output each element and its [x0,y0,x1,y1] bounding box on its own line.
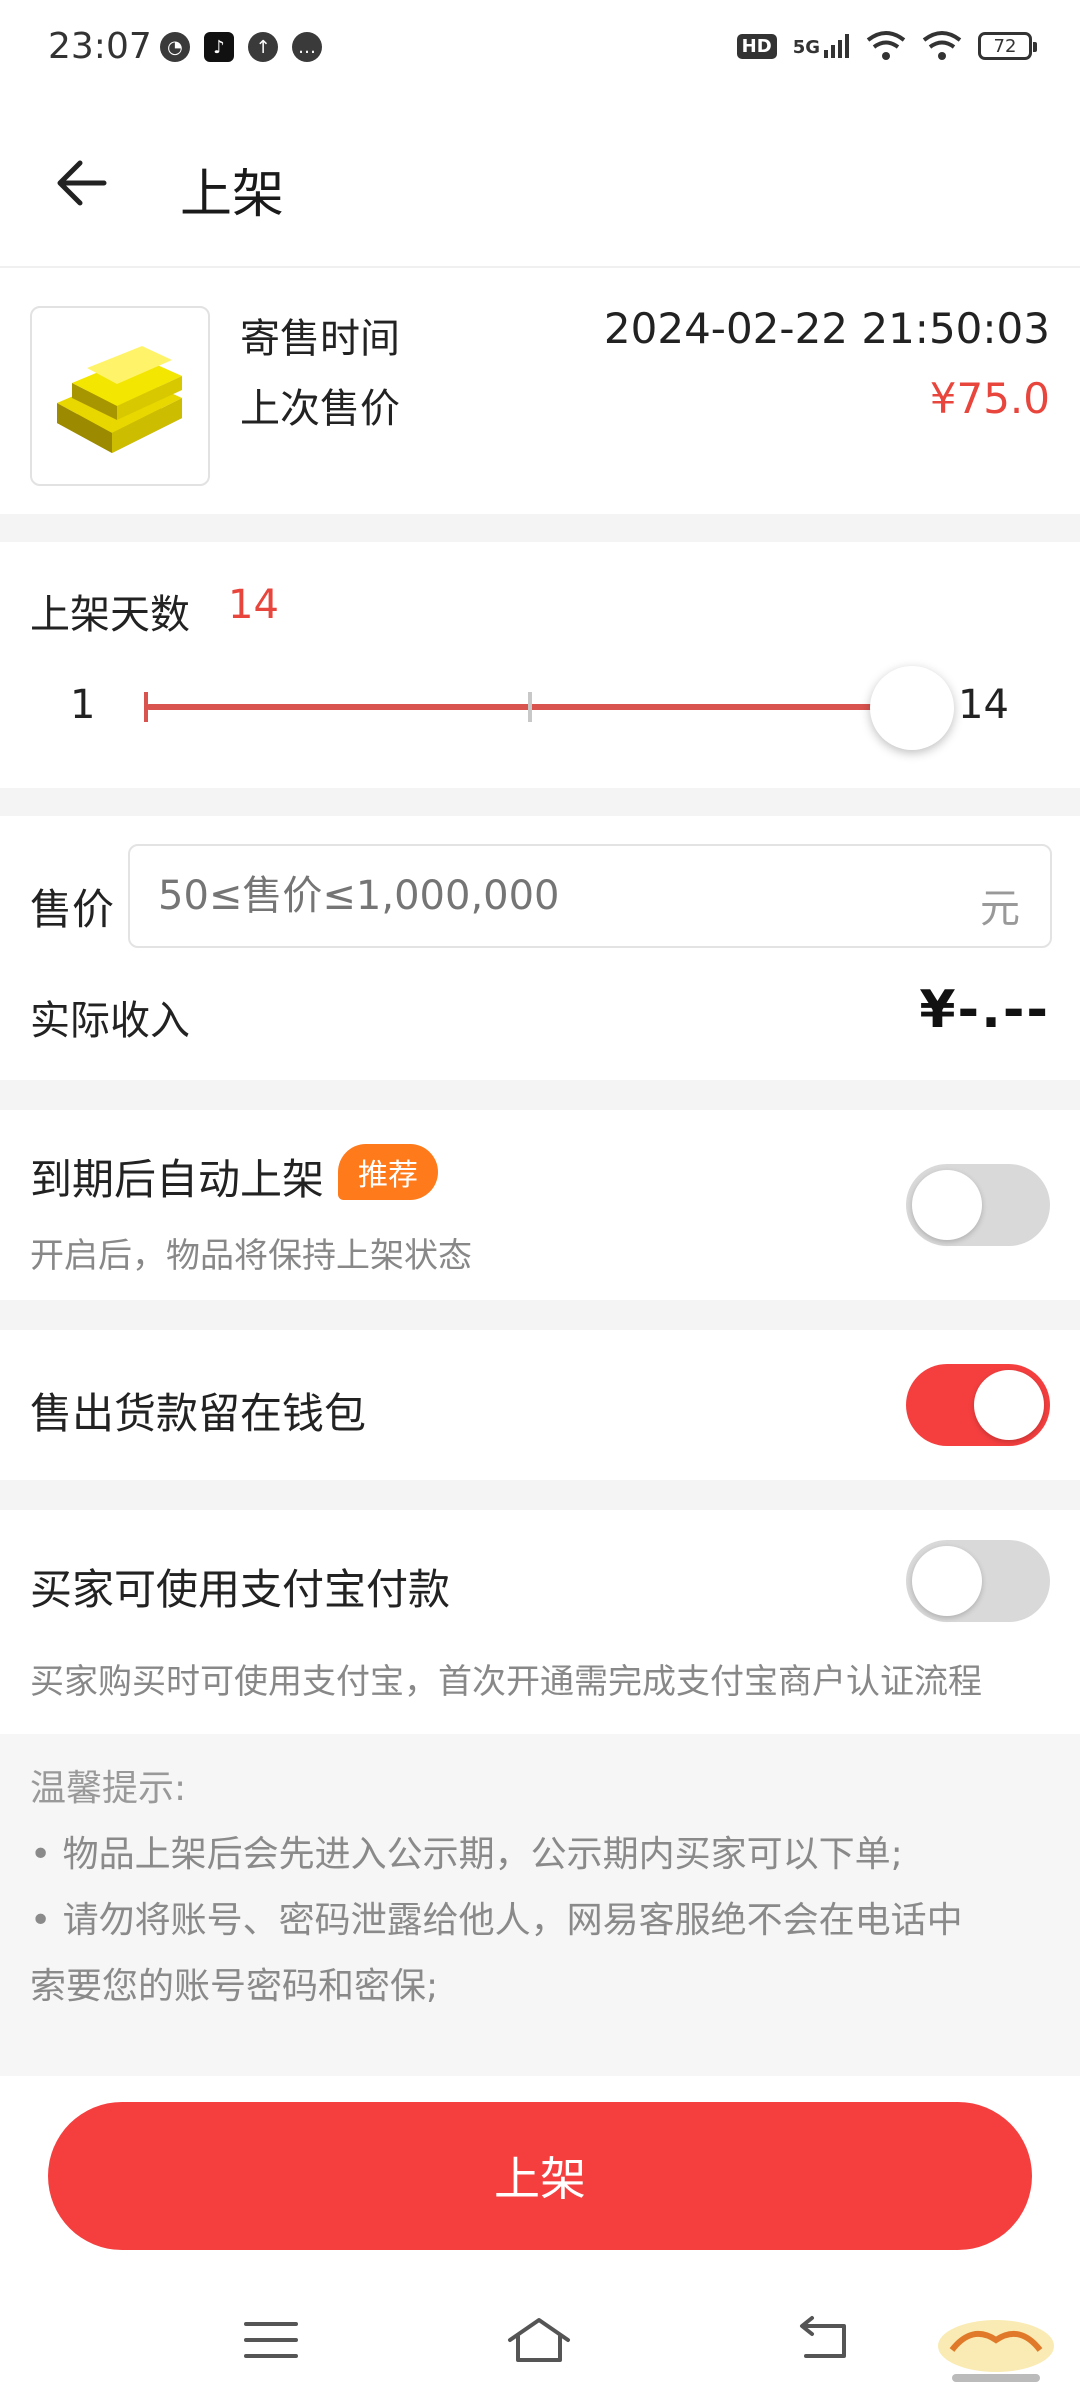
network-type-label: 5G [792,37,820,58]
battery-icon: 72 [978,32,1037,60]
tips-title: 温馨提示: [30,1768,187,1809]
price-label: 售价 [30,885,115,934]
toggle-knob [974,1370,1044,1440]
status-right: HD 5G 72 [736,30,1037,62]
battery-level: 72 [993,35,1017,57]
price-unit: 元 [980,886,1020,932]
signal-icon: 5G [793,34,850,58]
wifi-icon [922,31,962,60]
menu-icon[interactable] [236,2310,306,2370]
income-value: ¥-.-- [919,980,1050,1040]
keep-wallet-title: 售出货款留在钱包 [30,1389,367,1438]
app-bar: 上架 [0,100,1080,268]
price-input[interactable] [128,844,1052,948]
divider [0,1080,1080,1110]
hd-icon: HD [736,33,777,59]
auto-relist-title: 到期后自动上架 [30,1155,325,1204]
tip-line: 索要您的账号密码和密保; [30,1966,439,2007]
slider-start-tick [144,692,148,722]
days-slider-thumb[interactable] [870,666,954,750]
toggle-knob [912,1170,982,1240]
slider-max-label: 14 [958,682,1009,728]
divider [0,1480,1080,1510]
slider-min-label: 1 [70,682,96,728]
alipay-title: 买家可使用支付宝付款 [30,1565,451,1614]
last-price-label: 上次售价 [240,386,400,432]
consign-time-label: 寄售时间 [240,316,400,362]
income-label: 实际收入 [30,998,190,1044]
upload-icon: ↑ [248,32,278,62]
status-bar: 23:07 ◔ ♪ ↑ … HD 5G 72 [0,0,1080,100]
alipay-subtitle: 买家购买时可使用支付宝，首次开通需完成支付宝商户认证流程 [30,1662,982,1702]
chat-icon: … [292,32,322,62]
keep-wallet-toggle[interactable] [906,1364,1050,1446]
timer-icon: ◔ [160,32,190,62]
page-title: 上架 [180,165,285,225]
listing-days-value: 14 [228,582,279,628]
home-icon[interactable] [504,2310,574,2370]
alipay-toggle[interactable] [906,1540,1050,1622]
divider [0,788,1080,816]
divider [0,514,1080,542]
toggle-knob [912,1546,982,1616]
tips-box: 温馨提示: • 物品上架后会先进入公示期，公示期内买家可以下单; • 请勿将账号… [0,1734,1080,2076]
auto-relist-section: 到期后自动上架 推荐 开启后，物品将保持上架状态 [0,1110,1080,1300]
notification-icons: ◔ ♪ ↑ … [160,32,322,62]
alipay-section: 买家可使用支付宝付款 买家购买时可使用支付宝，首次开通需完成支付宝商户认证流程 [0,1510,1080,1734]
list-item-button[interactable]: 上架 [48,2102,1032,2250]
watermark-logo [938,2320,1054,2382]
listing-days-section: 上架天数 14 1 14 [0,542,1080,788]
consign-time-value: 2024-02-22 21:50:03 [603,304,1050,353]
tip-line: • 物品上架后会先进入公示期，公示期内买家可以下单; [30,1834,903,1875]
slider-mid-tick [528,692,532,722]
recommend-badge: 推荐 [338,1144,438,1200]
last-price-value: ¥75.0 [929,374,1050,423]
auto-relist-subtitle: 开启后，物品将保持上架状态 [30,1236,472,1276]
back-arrow-icon[interactable] [50,148,120,218]
gold-bar-image [57,346,182,453]
status-time: 23:07 [48,26,152,67]
wifi-plus-icon [866,31,906,60]
auto-relist-toggle[interactable] [906,1164,1050,1246]
listing-days-label: 上架天数 [30,592,190,638]
tiktok-icon: ♪ [204,32,234,62]
tip-line: • 请勿将账号、密码泄露给他人，网易客服绝不会在电话中 [30,1900,963,1941]
keep-wallet-section: 售出货款留在钱包 [0,1330,1080,1480]
divider [0,1300,1080,1330]
item-info-section: 寄售时间 2024-02-22 21:50:03 上次售价 ¥75.0 [0,270,1080,514]
system-nav-bar [0,2270,1080,2400]
item-thumbnail [30,306,210,486]
back-nav-icon[interactable] [786,2310,856,2370]
price-section: 售价 元 实际收入 ¥-.-- [0,816,1080,1080]
